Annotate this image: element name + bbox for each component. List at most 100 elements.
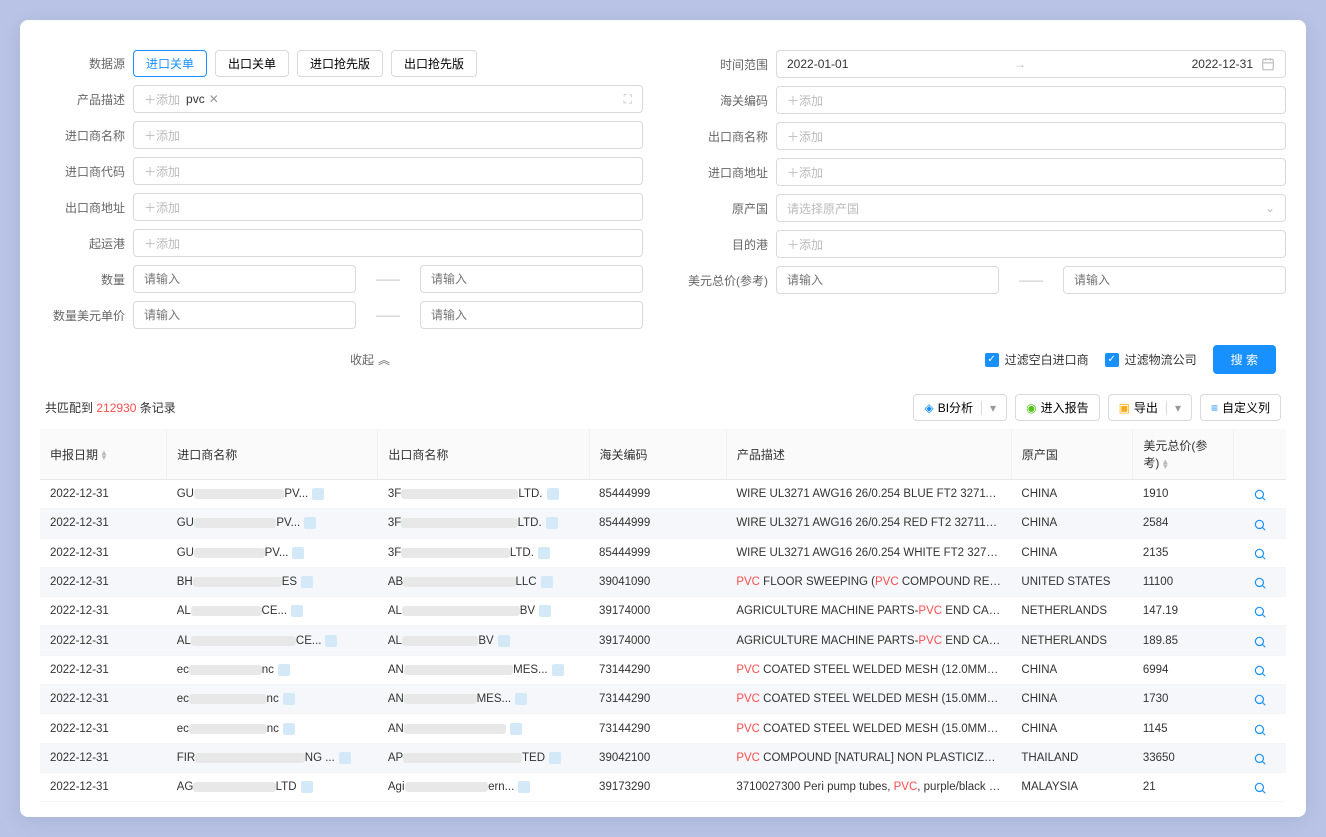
search-icon[interactable]	[1253, 603, 1267, 619]
cell-origin: CHINA	[1011, 655, 1132, 684]
cell-importer: ecnc	[167, 685, 378, 714]
cell-total-usd: 2135	[1133, 538, 1233, 567]
search-icon[interactable]	[1253, 691, 1267, 707]
col-exporter[interactable]: 出口商名称	[378, 429, 589, 480]
search-icon[interactable]	[1253, 632, 1267, 648]
cell-hscode: 39174000	[589, 597, 726, 626]
verify-icon	[339, 752, 351, 764]
cell-origin: CHINA	[1011, 538, 1132, 567]
label-total-usd: 美元总价(参考)	[683, 272, 768, 289]
unit-usd-from-input[interactable]	[133, 301, 356, 329]
col-hscode[interactable]: 海关编码	[589, 429, 726, 480]
cell-total-usd: 1145	[1133, 714, 1233, 743]
search-icon[interactable]	[1253, 574, 1267, 590]
cell-product-desc: AGRICULTURE MACHINE PARTS-PVC END CAP 70…	[726, 597, 1011, 626]
filter-logistics-checkbox[interactable]: ✓ 过滤物流公司	[1105, 351, 1197, 368]
cell-exporter: ALBV	[378, 626, 589, 655]
calendar-icon	[1261, 57, 1275, 72]
sort-icon: ▲▼	[100, 450, 108, 460]
bi-analysis-button[interactable]: ◈ BI分析 ▾	[913, 394, 1007, 421]
product-desc-input[interactable]: ＋添加 pvc ✕ ⛶	[133, 85, 643, 113]
search-icon[interactable]	[1253, 750, 1267, 766]
label-time-range: 时间范围	[683, 56, 768, 73]
search-button[interactable]: 搜 索	[1213, 345, 1276, 374]
check-icon: ✓	[985, 353, 999, 367]
tab-import-customs[interactable]: 进口关单	[133, 50, 207, 77]
quantity-from-input[interactable]	[133, 265, 356, 293]
label-quantity: 数量	[40, 271, 125, 288]
tab-export-customs[interactable]: 出口关单	[215, 50, 289, 77]
cell-exporter: 3FLTD.	[378, 538, 589, 567]
cell-origin: CHINA	[1011, 509, 1132, 538]
dest-port-input[interactable]: ＋添加	[776, 230, 1286, 258]
importer-addr-input[interactable]: ＋添加	[776, 158, 1286, 186]
bi-icon: ◈	[924, 401, 933, 415]
label-origin-country: 原产国	[683, 200, 768, 217]
expand-icon[interactable]: ⛶	[624, 92, 632, 107]
cell-exporter: 3FLTD.	[378, 480, 589, 509]
unit-usd-to-input[interactable]	[420, 301, 643, 329]
double-up-icon: ︽	[378, 351, 390, 368]
enter-report-button[interactable]: ◉ 进入报告	[1015, 394, 1100, 421]
cell-total-usd: 33650	[1133, 743, 1233, 772]
remove-tag-icon[interactable]: ✕	[209, 92, 219, 106]
cell-action	[1233, 714, 1286, 743]
search-icon[interactable]	[1253, 486, 1267, 502]
cell-importer: BHES	[167, 567, 378, 596]
importer-code-input[interactable]: ＋添加	[133, 157, 643, 185]
main-panel: 数据源 进口关单 出口关单 进口抢先版 出口抢先版 产品描述 ＋添加 pvc ✕…	[20, 20, 1306, 817]
col-importer[interactable]: 进口商名称	[167, 429, 378, 480]
verify-icon	[518, 781, 530, 793]
search-icon[interactable]	[1253, 779, 1267, 795]
cell-product-desc: PVC COATED STEEL WELDED MESH (15.0MM X 3…	[726, 685, 1011, 714]
table-row: 2022-12-31GUPV...3FLTD.85444999WIRE UL32…	[40, 509, 1286, 538]
verify-icon	[552, 664, 564, 676]
verify-icon	[498, 635, 510, 647]
custom-columns-button[interactable]: ≡ 自定义列	[1200, 394, 1281, 421]
filter-blank-importer-checkbox[interactable]: ✓ 过滤空白进口商	[985, 351, 1089, 368]
col-date[interactable]: 申报日期▲▼	[40, 429, 167, 480]
tag-pvc: pvc ✕	[186, 92, 219, 106]
cell-hscode: 85444999	[589, 509, 726, 538]
total-usd-from-input[interactable]	[776, 266, 999, 294]
match-count: 212930	[96, 401, 136, 415]
export-button[interactable]: ▣ 导出 ▾	[1108, 394, 1192, 421]
importer-name-input[interactable]: ＋添加	[133, 121, 643, 149]
verify-icon	[291, 605, 303, 617]
search-icon[interactable]	[1253, 515, 1267, 531]
hs-code-input[interactable]: ＋添加	[776, 86, 1286, 114]
cell-hscode: 73144290	[589, 685, 726, 714]
verify-icon	[538, 547, 550, 559]
exporter-name-input[interactable]: ＋添加	[776, 122, 1286, 150]
loading-port-input[interactable]: ＋添加	[133, 229, 643, 257]
search-icon[interactable]	[1253, 720, 1267, 736]
cell-importer: ALCE...	[167, 626, 378, 655]
origin-country-select[interactable]: 请选择原产国 ⌄	[776, 194, 1286, 222]
total-usd-to-input[interactable]	[1063, 266, 1286, 294]
cell-hscode: 85444999	[589, 480, 726, 509]
col-origin[interactable]: 原产国	[1011, 429, 1132, 480]
cell-product-desc: 3710027300 Peri pump tubes, PVC, purple/…	[726, 772, 1011, 801]
search-icon[interactable]	[1253, 545, 1267, 561]
cell-exporter: APTED	[378, 743, 589, 772]
cell-importer: AGLTD	[167, 772, 378, 801]
tab-import-preview[interactable]: 进口抢先版	[297, 50, 383, 77]
date-range-input[interactable]: 2022-01-01 → 2022-12-31	[776, 50, 1286, 78]
range-sep: ——	[368, 272, 408, 286]
col-total-usd[interactable]: 美元总价(参考)▲▼	[1133, 429, 1233, 480]
results-table: 申报日期▲▼ 进口商名称 出口商名称 海关编码 产品描述 原产国 美元总价(参考…	[40, 429, 1286, 802]
col-product-desc[interactable]: 产品描述	[726, 429, 1011, 480]
tab-export-preview[interactable]: 出口抢先版	[391, 50, 477, 77]
exporter-addr-input[interactable]: ＋添加	[133, 193, 643, 221]
cell-action	[1233, 597, 1286, 626]
collapse-link[interactable]: 收起 ︽	[350, 351, 390, 368]
cell-hscode: 39041090	[589, 567, 726, 596]
cell-total-usd: 147.19	[1133, 597, 1233, 626]
verify-icon	[301, 781, 313, 793]
search-icon[interactable]	[1253, 662, 1267, 678]
columns-icon: ≡	[1211, 401, 1218, 415]
verify-icon	[325, 635, 337, 647]
quantity-to-input[interactable]	[420, 265, 643, 293]
cell-hscode: 39042100	[589, 743, 726, 772]
cell-action	[1233, 685, 1286, 714]
